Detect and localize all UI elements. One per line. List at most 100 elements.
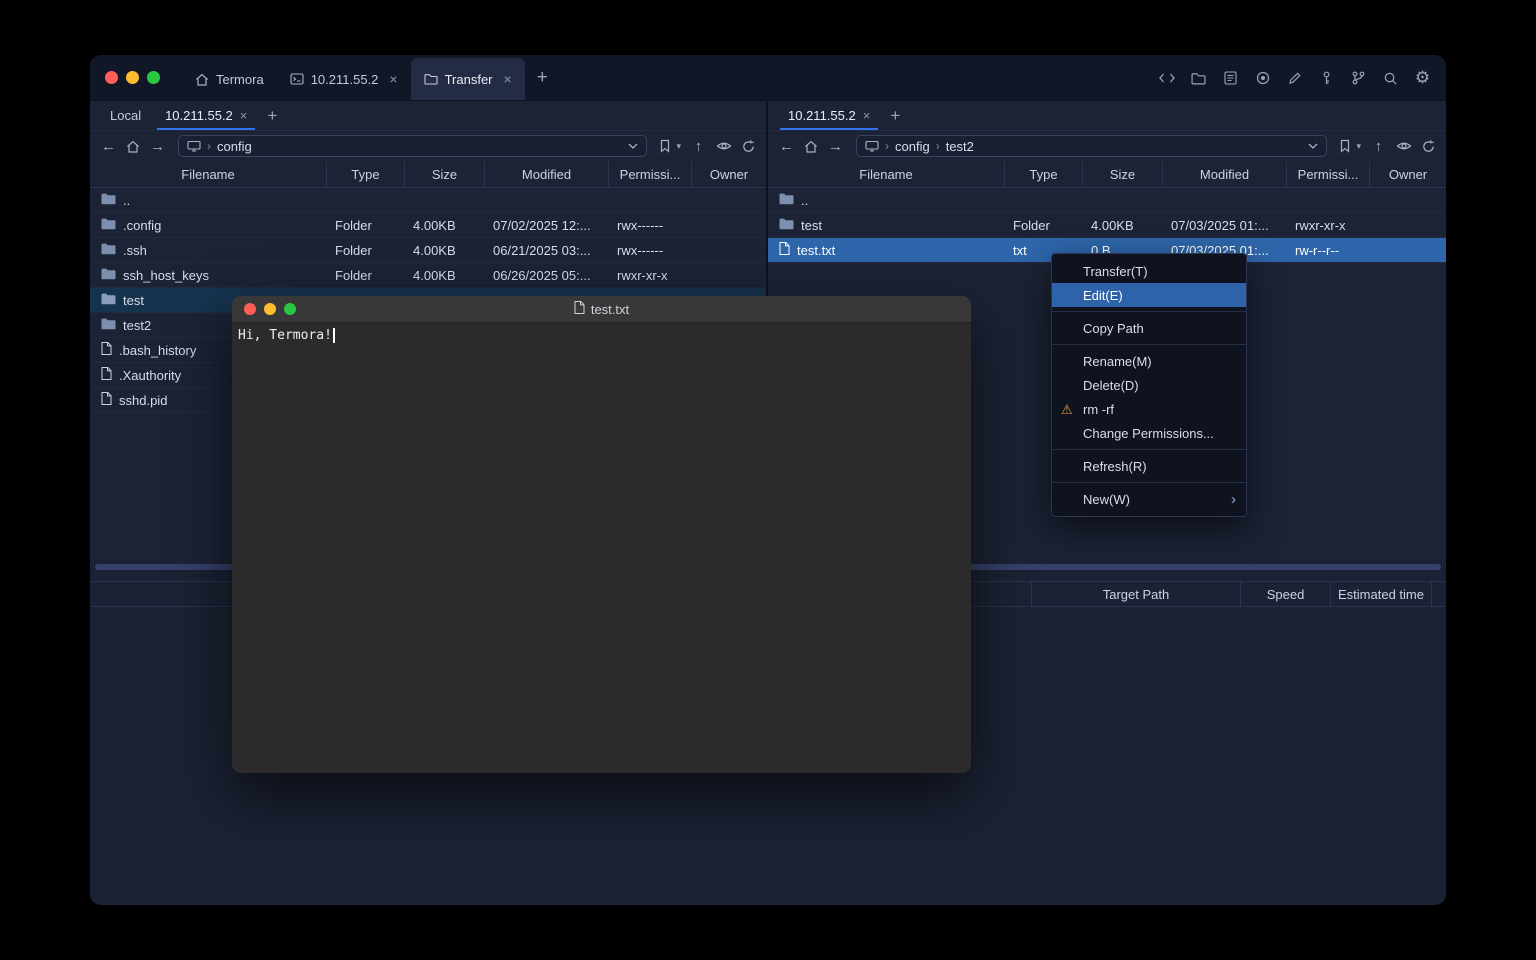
tab-remote-host[interactable]: 10.211.55.2 × — [153, 101, 259, 130]
menu-item-label: Edit(E) — [1083, 288, 1123, 303]
zoom-editor-button[interactable] — [284, 303, 296, 315]
menu-item-delete[interactable]: Delete(D) — [1052, 373, 1246, 397]
settings-icon[interactable]: ⚙ — [1412, 67, 1433, 89]
breadcrumb-segment[interactable]: test2 — [946, 139, 974, 154]
breadcrumb-segment[interactable]: config — [217, 139, 252, 154]
menu-item-label: Delete(D) — [1083, 378, 1139, 393]
menu-item-label: Copy Path — [1083, 321, 1144, 336]
path-field[interactable]: › config — [178, 135, 647, 157]
tab-host[interactable]: 10.211.55.2 × — [277, 58, 411, 100]
close-tab-icon[interactable]: × — [504, 72, 512, 86]
column-header-permissions[interactable]: Permissi... — [1286, 161, 1369, 187]
file-name: ssh_host_keys — [123, 268, 209, 283]
table-row[interactable]: .config Folder 4.00KB 07/02/2025 12:... … — [90, 213, 766, 238]
parent-directory-icon[interactable]: ↑ — [1370, 139, 1387, 154]
bookmark-icon[interactable] — [1339, 139, 1351, 153]
column-header-type[interactable]: Type — [326, 161, 404, 187]
tab-local[interactable]: Local — [98, 101, 153, 130]
document-icon[interactable] — [1220, 67, 1241, 89]
tab-transfer[interactable]: Transfer × — [411, 58, 525, 100]
table-row[interactable]: ssh_host_keys Folder 4.00KB 06/26/2025 0… — [90, 263, 766, 288]
close-tab-icon[interactable]: × — [389, 72, 397, 86]
breadcrumb-segment[interactable]: config — [895, 139, 930, 154]
close-tab-icon[interactable]: × — [240, 109, 248, 122]
column-header-type[interactable]: Type — [1004, 161, 1082, 187]
record-icon[interactable] — [1252, 67, 1273, 89]
close-tab-icon[interactable]: × — [863, 109, 871, 122]
parent-directory-icon[interactable]: ↑ — [690, 139, 707, 154]
titlebar-actions: ⚙ — [1156, 55, 1433, 101]
refresh-icon[interactable] — [1421, 139, 1436, 154]
menu-item-copy-path[interactable]: Copy Path — [1052, 316, 1246, 340]
path-field[interactable]: › config › test2 — [856, 135, 1327, 157]
column-header-filename[interactable]: Filename — [768, 161, 1004, 187]
menu-item-transfer[interactable]: Transfer(T) — [1052, 259, 1246, 283]
pencil-icon[interactable] — [1284, 67, 1305, 89]
column-header-filename[interactable]: Filename — [90, 161, 326, 187]
forward-icon[interactable]: → — [149, 139, 166, 154]
table-row[interactable]: test Folder 4.00KB 07/03/2025 01:... rwx… — [768, 213, 1446, 238]
bookmark-dropdown-icon[interactable]: ▾ — [1356, 141, 1361, 152]
file-size: 4.00KB — [404, 218, 484, 233]
show-hidden-eye-icon[interactable] — [1396, 138, 1412, 154]
back-icon[interactable]: ← — [778, 139, 795, 154]
add-panel-tab-button[interactable]: + — [267, 107, 277, 124]
file-modified: 07/03/2025 01:... — [1162, 218, 1286, 233]
close-window-button[interactable] — [105, 71, 118, 84]
chevron-down-icon[interactable] — [1308, 143, 1318, 149]
menu-item-rm-rf[interactable]: ⚠ rm -rf — [1052, 397, 1246, 421]
close-editor-button[interactable] — [244, 303, 256, 315]
chevron-down-icon[interactable] — [628, 143, 638, 149]
text-caret — [333, 328, 335, 343]
show-hidden-eye-icon[interactable] — [716, 138, 732, 154]
file-size: 4.00KB — [404, 243, 484, 258]
minimize-editor-button[interactable] — [264, 303, 276, 315]
right-file-rows: .. test Folder 4.00KB 07/03/20 — [768, 188, 1446, 263]
zoom-window-button[interactable] — [147, 71, 160, 84]
table-row[interactable]: .. — [90, 188, 766, 213]
menu-item-change-permissions[interactable]: Change Permissions... — [1052, 421, 1246, 445]
column-header-estimated-time: Estimated time — [1330, 582, 1431, 606]
forward-icon[interactable]: → — [827, 139, 844, 154]
bookmark-icon[interactable] — [659, 139, 671, 153]
menu-item-label: Transfer(T) — [1083, 264, 1148, 279]
folder-icon — [101, 193, 116, 208]
bookmark-dropdown-icon[interactable]: ▾ — [676, 141, 681, 152]
editor-content[interactable]: Hi, Termora! — [232, 323, 971, 348]
column-header-modified[interactable]: Modified — [1162, 161, 1286, 187]
terminal-icon — [290, 73, 304, 85]
file-name-cell: .. — [90, 193, 326, 208]
breadcrumb-separator: › — [207, 140, 211, 152]
menu-item-rename[interactable]: Rename(M) — [1052, 349, 1246, 373]
refresh-icon[interactable] — [741, 139, 756, 154]
column-header-owner[interactable]: Owner — [1369, 161, 1446, 187]
menu-item-new[interactable]: New(W) › — [1052, 487, 1246, 511]
tab-termora[interactable]: Termora — [182, 58, 277, 100]
new-tab-button[interactable]: + — [537, 68, 548, 87]
menu-item-refresh[interactable]: Refresh(R) — [1052, 454, 1246, 478]
code-icon[interactable] — [1156, 67, 1177, 89]
menu-separator — [1052, 311, 1246, 312]
column-header-permissions[interactable]: Permissi... — [608, 161, 691, 187]
branch-icon[interactable] — [1348, 67, 1369, 89]
home-icon[interactable] — [126, 140, 140, 153]
tab-remote-host[interactable]: 10.211.55.2 × — [776, 101, 882, 130]
menu-item-edit[interactable]: Edit(E) — [1052, 283, 1246, 307]
file-permissions: rwx------ — [608, 243, 691, 258]
table-row[interactable]: .ssh Folder 4.00KB 06/21/2025 03:... rwx… — [90, 238, 766, 263]
search-icon[interactable] — [1380, 67, 1401, 89]
table-row[interactable]: .. — [768, 188, 1446, 213]
back-icon[interactable]: ← — [100, 139, 117, 154]
add-panel-tab-button[interactable]: + — [890, 107, 900, 124]
file-name-cell: .ssh — [90, 243, 326, 258]
column-header-owner[interactable]: Owner — [691, 161, 766, 187]
column-header-modified[interactable]: Modified — [484, 161, 608, 187]
minimize-window-button[interactable] — [126, 71, 139, 84]
column-header-size[interactable]: Size — [1082, 161, 1162, 187]
key-icon[interactable] — [1316, 67, 1337, 89]
folder-icon[interactable] — [1188, 67, 1209, 89]
file-type: Folder — [1004, 218, 1082, 233]
home-icon[interactable] — [804, 140, 818, 153]
termora-window: Termora 10.211.55.2 × Transfer × + — [90, 55, 1446, 905]
column-header-size[interactable]: Size — [404, 161, 484, 187]
